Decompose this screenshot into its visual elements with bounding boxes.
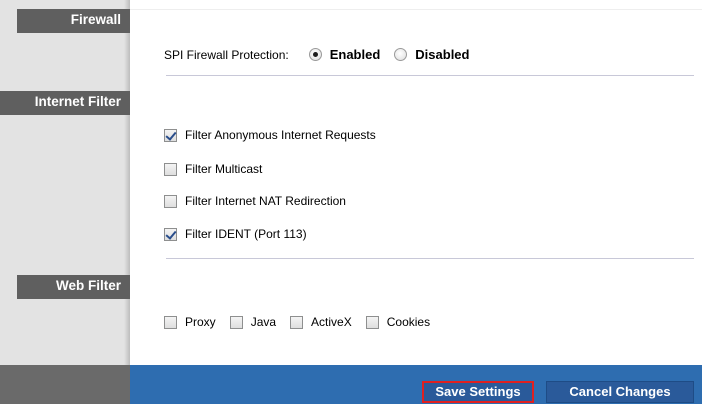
enabled-radio[interactable] (308, 48, 322, 61)
settings-content: SPI Firewall Protection: Enabled Disable… (130, 0, 702, 365)
section-header-internet-filter: Internet Filter (0, 91, 130, 115)
java-label[interactable]: Java (251, 315, 276, 329)
section-header-web-filter: Web Filter (17, 275, 130, 299)
top-divider (130, 9, 702, 10)
filter-ident-label[interactable]: Filter IDENT (Port 113) (185, 227, 307, 241)
activex-checkbox[interactable] (290, 315, 304, 329)
enabled-radio-label[interactable]: Enabled (330, 47, 381, 62)
footer-left-block (0, 365, 130, 404)
filter-ident-checkbox[interactable] (164, 227, 177, 241)
save-settings-button[interactable]: Save Settings (422, 381, 534, 403)
footer-bar: Save Settings Cancel Changes (130, 365, 702, 404)
disabled-radio-label[interactable]: Disabled (415, 47, 469, 62)
cancel-changes-button[interactable]: Cancel Changes (546, 381, 694, 403)
cookies-checkbox[interactable] (365, 315, 379, 329)
java-checkbox[interactable] (229, 315, 243, 329)
cookies-label[interactable]: Cookies (387, 315, 430, 329)
filter-multicast-checkbox[interactable] (164, 162, 177, 176)
sidebar: Firewall Internet Filter Web Filter (0, 0, 130, 404)
internet-filter-divider (166, 258, 694, 259)
filter-ident-row: Filter IDENT (Port 113) (164, 227, 307, 241)
filter-nat-redirection-checkbox[interactable] (164, 194, 177, 208)
proxy-checkbox[interactable] (164, 315, 177, 329)
activex-label[interactable]: ActiveX (311, 315, 352, 329)
filter-anonymous-checkbox[interactable] (164, 128, 177, 142)
filter-nat-redirection-row: Filter Internet NAT Redirection (164, 194, 346, 208)
web-filter-row: Proxy Java ActiveX Cookies (164, 315, 430, 329)
filter-nat-redirection-label[interactable]: Filter Internet NAT Redirection (185, 194, 346, 208)
proxy-label[interactable]: Proxy (185, 315, 216, 329)
firewall-divider (166, 75, 694, 76)
section-header-firewall: Firewall (17, 9, 130, 33)
filter-multicast-row: Filter Multicast (164, 162, 262, 176)
disabled-radio[interactable] (394, 48, 408, 61)
filter-anonymous-label[interactable]: Filter Anonymous Internet Requests (185, 128, 376, 142)
filter-anonymous-row: Filter Anonymous Internet Requests (164, 128, 376, 142)
filter-multicast-label[interactable]: Filter Multicast (185, 162, 262, 176)
spi-firewall-row: SPI Firewall Protection: Enabled Disable… (164, 47, 469, 62)
spi-firewall-label: SPI Firewall Protection: (164, 47, 289, 62)
